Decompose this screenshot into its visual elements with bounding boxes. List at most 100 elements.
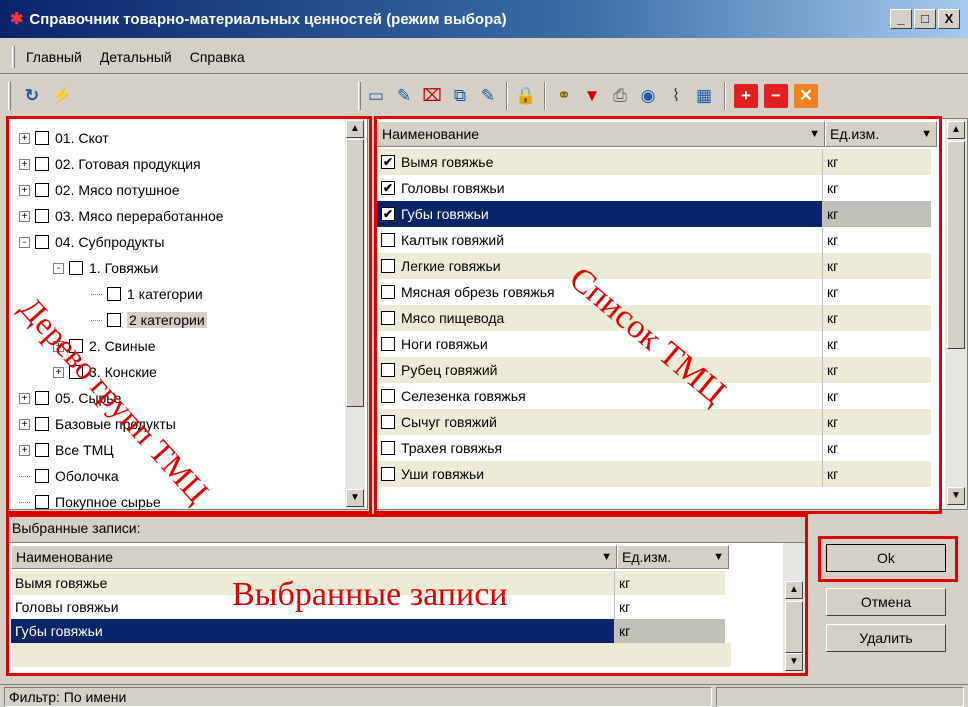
folder-icon[interactable]: ▭ bbox=[364, 84, 388, 108]
list-row[interactable]: ✔ Головы говяжьи кг bbox=[377, 175, 931, 201]
tree-item[interactable]: +05. Сырье bbox=[19, 385, 121, 411]
scroll-thumb[interactable] bbox=[785, 601, 803, 653]
lightning-icon[interactable]: ⚡ bbox=[50, 84, 74, 108]
view-icon[interactable]: ◉ bbox=[636, 84, 660, 108]
checkbox[interactable] bbox=[381, 415, 395, 429]
close-button[interactable]: X bbox=[938, 9, 960, 29]
cancel-icon[interactable]: ✕ bbox=[794, 84, 818, 108]
checkbox[interactable] bbox=[35, 157, 49, 171]
list-row[interactable]: Трахея говяжья кг bbox=[377, 435, 931, 461]
checkbox[interactable] bbox=[35, 417, 49, 431]
calculator-icon[interactable]: ▦ bbox=[692, 84, 716, 108]
checkbox[interactable] bbox=[35, 131, 49, 145]
checkbox[interactable] bbox=[35, 495, 49, 509]
item-list[interactable]: Наименование ▼ Ед.изм. ▼ ✔ Вымя говяжье кг ✔… bbox=[374, 118, 968, 510]
checkbox[interactable] bbox=[69, 261, 83, 275]
checkbox[interactable] bbox=[107, 313, 121, 327]
attach-icon[interactable]: ⌇ bbox=[664, 84, 688, 108]
scroll-thumb[interactable] bbox=[947, 141, 965, 349]
list-row[interactable]: Рубец говяжий кг bbox=[377, 357, 931, 383]
checkbox[interactable] bbox=[381, 467, 395, 481]
maximize-button[interactable]: □ bbox=[914, 9, 936, 29]
cancel-button[interactable]: Отмена bbox=[826, 588, 946, 616]
selected-row-active[interactable]: Губы говяжьи кг bbox=[11, 619, 725, 643]
checkbox[interactable] bbox=[381, 337, 395, 351]
list-row[interactable]: ✔ Вымя говяжье кг bbox=[377, 149, 931, 175]
list-row[interactable]: Ноги говяжьи кг bbox=[377, 331, 931, 357]
checkbox[interactable] bbox=[107, 287, 121, 301]
tree-item[interactable]: + Базовые продукты bbox=[19, 411, 176, 437]
checkbox[interactable] bbox=[381, 233, 395, 247]
scroll-up-icon[interactable]: ▲ bbox=[785, 581, 803, 599]
checkbox[interactable] bbox=[381, 259, 395, 273]
checkbox[interactable] bbox=[35, 469, 49, 483]
filter-icon[interactable]: ▼ bbox=[580, 84, 604, 108]
checkbox[interactable] bbox=[69, 339, 83, 353]
expand-icon[interactable]: + bbox=[19, 132, 30, 144]
selected-scrollbar[interactable]: ▲ ▼ bbox=[783, 543, 805, 675]
expand-icon[interactable]: + bbox=[19, 444, 30, 456]
checkbox[interactable] bbox=[381, 389, 395, 403]
checkbox[interactable]: ✔ bbox=[381, 155, 395, 169]
tree-item[interactable]: -04. Субпродукты bbox=[19, 229, 164, 255]
menu-help[interactable]: Справка bbox=[190, 49, 245, 65]
sort-dropdown-icon[interactable]: ▼ bbox=[601, 546, 612, 568]
delete-button[interactable]: Удалить bbox=[826, 624, 946, 652]
list-scrollbar[interactable]: ▲ ▼ bbox=[945, 119, 967, 509]
expand-icon[interactable]: + bbox=[53, 366, 64, 378]
collapse-icon[interactable]: - bbox=[53, 262, 64, 274]
list-row[interactable]: Селезенка говяжья кг bbox=[377, 383, 931, 409]
menu-detail[interactable]: Детальный bbox=[100, 49, 172, 65]
checkbox[interactable] bbox=[381, 441, 395, 455]
list-row-selected[interactable]: ✔ Губы говяжьи кг bbox=[377, 201, 931, 227]
checkbox[interactable] bbox=[35, 209, 49, 223]
collapse-icon[interactable]: - bbox=[19, 236, 30, 248]
column-header-unit[interactable]: Ед.изм. ▼ bbox=[825, 121, 937, 147]
add-icon[interactable]: + bbox=[734, 84, 758, 108]
find-icon[interactable]: ⚭ bbox=[552, 84, 576, 108]
sort-dropdown-icon[interactable]: ▼ bbox=[713, 546, 724, 568]
checkbox[interactable]: ✔ bbox=[381, 181, 395, 195]
refresh-icon[interactable]: ↻ bbox=[20, 84, 44, 108]
list-row[interactable]: Уши говяжьи кг bbox=[377, 461, 931, 487]
checkbox[interactable] bbox=[35, 391, 49, 405]
checkbox[interactable] bbox=[381, 285, 395, 299]
scroll-thumb[interactable] bbox=[346, 139, 364, 407]
expand-icon[interactable]: + bbox=[19, 184, 30, 196]
checkbox[interactable] bbox=[35, 235, 49, 249]
column-header-unit[interactable]: Ед.изм. ▼ bbox=[617, 545, 729, 569]
print-icon[interactable]: ⎙ bbox=[608, 84, 632, 108]
lock-icon[interactable]: 🔒 bbox=[514, 84, 538, 108]
list-row[interactable]: Мясо пищевода кг bbox=[377, 305, 931, 331]
tree-item[interactable]: 2 категории bbox=[91, 307, 207, 333]
tree-item[interactable]: +02. Готовая продукция bbox=[19, 151, 201, 177]
tree-item[interactable]: +02. Мясо потушное bbox=[19, 177, 180, 203]
column-header-name[interactable]: Наименование ▼ bbox=[11, 545, 617, 569]
tree-item[interactable]: + Все ТМЦ bbox=[19, 437, 114, 463]
copy-icon[interactable]: ⧉ bbox=[448, 84, 472, 108]
tree-item[interactable]: Оболочка bbox=[19, 463, 119, 489]
tree-item[interactable]: -1. Говяжьи bbox=[53, 255, 158, 281]
menu-main[interactable]: Главный bbox=[26, 49, 82, 65]
selected-records-grid[interactable]: Наименование ▼ Ед.изм. ▼ Вымя говяжье кг Го… bbox=[8, 542, 806, 676]
minimize-button[interactable]: _ bbox=[890, 9, 912, 29]
expand-icon[interactable]: + bbox=[19, 158, 30, 170]
list-row[interactable]: Легкие говяжьи кг bbox=[377, 253, 931, 279]
group-tree[interactable]: +01. Скот +02. Готовая продукция +02. Мя… bbox=[8, 118, 368, 510]
tree-item[interactable]: 1 категории bbox=[91, 281, 203, 307]
ok-button[interactable]: Ok bbox=[826, 544, 946, 572]
expand-icon[interactable]: + bbox=[53, 340, 64, 352]
checkbox[interactable]: ✔ bbox=[381, 207, 395, 221]
tree-item[interactable]: +3. Конские bbox=[53, 359, 157, 385]
expand-icon[interactable]: + bbox=[19, 392, 30, 404]
selected-row[interactable]: Головы говяжьи кг bbox=[11, 595, 725, 619]
checkbox[interactable] bbox=[35, 443, 49, 457]
tree-item[interactable]: +03. Мясо переработанное bbox=[19, 203, 224, 229]
remove-icon[interactable]: − bbox=[764, 84, 788, 108]
expand-icon[interactable]: + bbox=[19, 418, 30, 430]
sort-dropdown-icon[interactable]: ▼ bbox=[809, 122, 820, 146]
checkbox[interactable] bbox=[35, 183, 49, 197]
scroll-up-icon[interactable]: ▲ bbox=[346, 120, 364, 138]
scroll-down-icon[interactable]: ▼ bbox=[346, 489, 364, 507]
scroll-down-icon[interactable]: ▼ bbox=[785, 653, 803, 671]
